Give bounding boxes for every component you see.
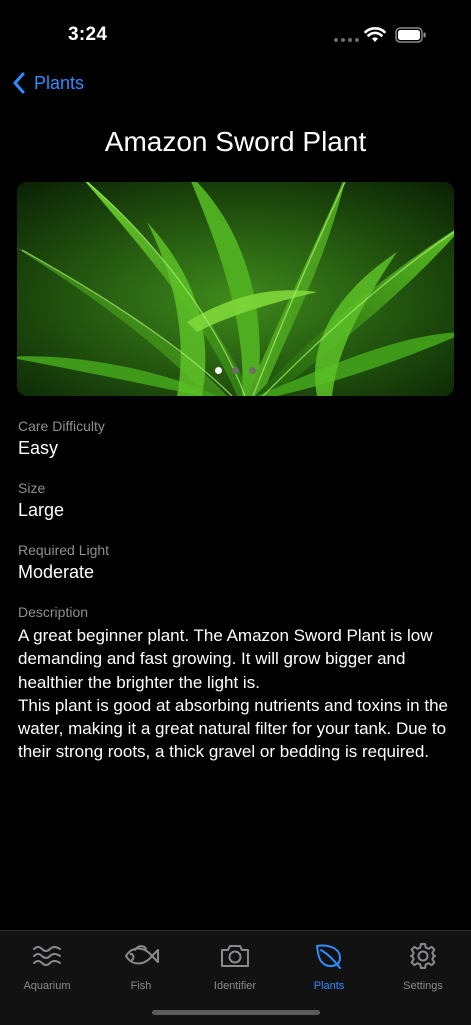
description-text: A great beginner plant. The Amazon Sword…	[18, 626, 448, 762]
page-dot[interactable]	[215, 367, 222, 374]
back-button[interactable]: Plants	[12, 72, 84, 94]
page-indicator[interactable]	[17, 367, 454, 374]
navigation-bar: Plants	[0, 64, 471, 108]
chevron-left-icon	[13, 72, 25, 94]
fish-icon	[125, 945, 159, 965]
size-section: Size Large	[18, 480, 64, 521]
tab-settings[interactable]: Settings	[376, 941, 470, 992]
home-indicator	[152, 1010, 320, 1015]
plant-image-carousel[interactable]	[17, 182, 454, 396]
leaf-icon	[316, 944, 341, 969]
tab-fish[interactable]: Fish	[94, 941, 188, 992]
description-section: Description A great beginner plant. The …	[18, 604, 458, 764]
tab-fish-label: Fish	[130, 980, 152, 992]
status-time: 3:24	[68, 24, 108, 45]
waves-icon	[33, 946, 61, 966]
care-difficulty-label: Care Difficulty	[18, 418, 105, 434]
status-bar: 3:24	[0, 0, 471, 60]
battery-icon	[395, 27, 426, 43]
back-button-label: Plants	[34, 72, 85, 93]
page-title: Amazon Sword Plant	[104, 126, 367, 157]
care-difficulty-section: Care Difficulty Easy	[18, 418, 105, 459]
tab-identifier[interactable]: Identifier	[188, 941, 282, 992]
tab-plants[interactable]: Plants	[282, 941, 376, 992]
size-label: Size	[18, 480, 46, 496]
description-label: Description	[18, 604, 89, 620]
required-light-label: Required Light	[18, 542, 110, 558]
camera-icon	[221, 945, 249, 967]
required-light-section: Required Light Moderate	[18, 542, 109, 583]
care-difficulty-value: Easy	[18, 438, 59, 458]
tab-aquarium[interactable]: Aquarium	[0, 941, 94, 992]
required-light-value: Moderate	[18, 562, 95, 582]
size-value: Large	[18, 500, 65, 520]
page-dot[interactable]	[249, 367, 256, 374]
tab-plants-label: Plants	[313, 980, 345, 992]
wifi-icon	[364, 27, 386, 42]
plant-photo	[17, 182, 454, 396]
gear-icon	[410, 943, 436, 969]
tab-settings-label: Settings	[403, 980, 443, 992]
page-dot[interactable]	[232, 367, 239, 374]
cellular-signal-icon	[334, 38, 359, 42]
tab-aquarium-label: Aquarium	[23, 980, 71, 992]
tab-identifier-label: Identifier	[213, 980, 257, 992]
